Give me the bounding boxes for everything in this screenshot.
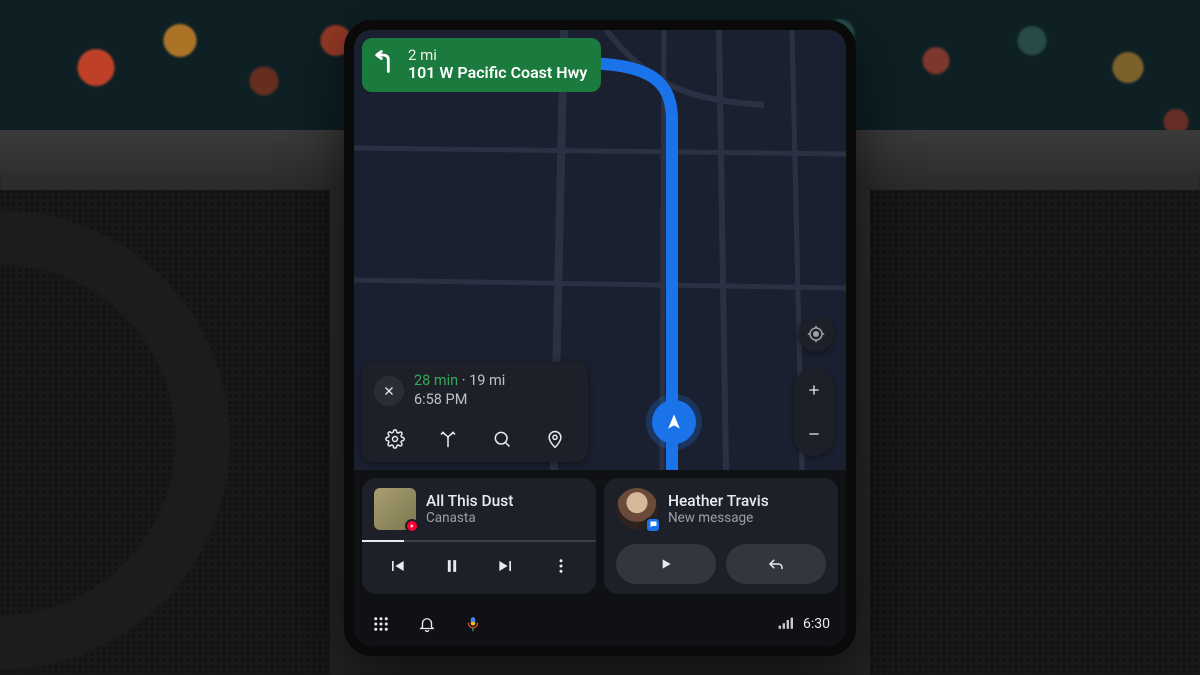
current-location-marker <box>652 400 696 444</box>
eta-sep: · <box>458 372 469 389</box>
eta-card[interactable]: 28 min · 19 mi 6:58 PM <box>362 362 588 462</box>
message-sender: Heather Travis <box>668 492 769 510</box>
media-overflow-button[interactable] <box>540 550 582 582</box>
turn-distance: 2 mi <box>408 46 587 64</box>
turn-left-arrow-icon <box>372 48 400 76</box>
messages-app-badge-icon <box>645 517 661 533</box>
map-view[interactable]: 2 mi 101 W Pacific Coast Hwy <box>354 30 846 470</box>
message-card[interactable]: Heather Travis New message <box>604 478 838 594</box>
track-artist: Canasta <box>426 510 513 526</box>
alternate-routes-button[interactable] <box>431 424 465 454</box>
zoom-out-button[interactable] <box>794 412 834 456</box>
play-message-button[interactable] <box>616 544 716 584</box>
zoom-controls <box>794 368 834 456</box>
eta-duration: 28 min <box>414 372 458 389</box>
infotainment-screen: 2 mi 101 W Pacific Coast Hwy <box>344 20 856 656</box>
app-launcher-button[interactable] <box>370 613 392 635</box>
close-navigation-button[interactable] <box>374 376 404 406</box>
eta-distance: 19 mi <box>469 372 505 389</box>
turn-instruction-card[interactable]: 2 mi 101 W Pacific Coast Hwy <box>362 38 601 92</box>
pause-button[interactable] <box>431 550 473 582</box>
eta-arrival-time: 6:58 PM <box>414 391 505 410</box>
sender-avatar <box>616 488 658 530</box>
next-track-button[interactable] <box>485 550 527 582</box>
message-status: New message <box>668 510 769 526</box>
turn-road-name: 101 W Pacific Coast Hwy <box>408 64 587 82</box>
assistant-mic-button[interactable] <box>462 613 484 635</box>
album-art-thumbnail <box>374 488 416 530</box>
clock-time: 6:30 <box>803 616 830 632</box>
previous-track-button[interactable] <box>376 550 418 582</box>
youtube-music-badge-icon <box>405 519 419 533</box>
nav-settings-button[interactable] <box>378 424 412 454</box>
destination-pin-button[interactable] <box>538 424 572 454</box>
track-title: All This Dust <box>426 492 513 510</box>
playback-progress-bar[interactable] <box>362 540 596 542</box>
reply-message-button[interactable] <box>726 544 826 584</box>
system-navbar: 6:30 <box>354 602 846 646</box>
media-card[interactable]: All This Dust Canasta <box>362 478 596 594</box>
bottom-cards-row: All This Dust Canasta <box>354 470 846 602</box>
search-along-route-button[interactable] <box>485 424 519 454</box>
notifications-button[interactable] <box>416 613 438 635</box>
cell-signal-icon <box>777 617 793 631</box>
zoom-in-button[interactable] <box>794 368 834 412</box>
speaker-grille-right <box>870 190 1200 675</box>
recenter-button[interactable] <box>798 316 834 352</box>
